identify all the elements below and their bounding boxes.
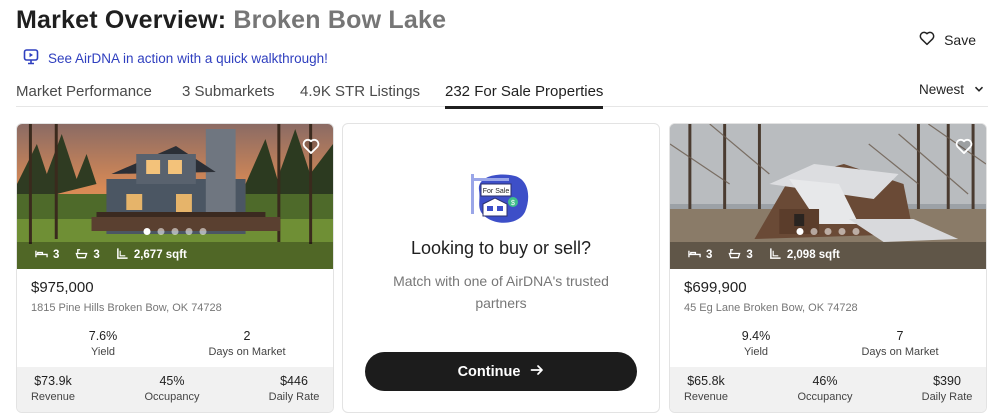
occupancy-label: Occupancy [144, 391, 200, 403]
pagination-dot[interactable] [185, 228, 193, 235]
days-label: Days on Market [208, 346, 286, 358]
yield-stat: 9.4% Yield [726, 329, 786, 358]
save-button[interactable]: Save [918, 29, 976, 50]
save-label: Save [944, 31, 976, 48]
pagination-dot[interactable] [796, 228, 804, 235]
days-label: Days on Market [861, 346, 939, 358]
revenue-stat: $65.8k Revenue [676, 374, 736, 403]
yield-stat: 7.6% Yield [73, 329, 133, 358]
bed-icon [688, 247, 701, 263]
revenue-value: $65.8k [687, 374, 725, 388]
performance-stats: $65.8k Revenue 46% Occupancy $390 Daily … [670, 367, 986, 412]
chevron-down-icon [974, 82, 984, 97]
revenue-label: Revenue [683, 391, 729, 403]
pagination-dot[interactable] [852, 228, 860, 235]
tab-submarkets[interactable]: 3 Submarkets [182, 83, 275, 100]
revenue-value: $73.9k [34, 374, 72, 388]
days-value: 2 [243, 329, 251, 343]
revenue-stat: $73.9k Revenue [23, 374, 83, 403]
favorite-heart-icon[interactable] [301, 136, 321, 156]
page-title: Market Overview: Broken Bow Lake [16, 6, 446, 35]
daily-rate-stat: $390 Daily Rate [914, 374, 980, 403]
daily-rate-stat: $446 Daily Rate [261, 374, 327, 403]
beds-count: 3 [53, 249, 60, 261]
days-on-market-stat: 7 Days on Market [850, 329, 950, 358]
pagination-dot[interactable] [838, 228, 846, 235]
svg-text:$: $ [511, 200, 515, 207]
listing-card[interactable]: 3 3 2,098 sqft $699,900 45 Eg Lane Broke… [669, 123, 987, 413]
for-sale-sign-icon: For Sale $ [471, 174, 529, 223]
occupancy-stat: 46% Occupancy [795, 374, 855, 403]
daily-rate-label: Daily Rate [268, 391, 320, 403]
sign-text: For Sale [483, 188, 510, 195]
sort-dropdown[interactable]: Newest [919, 82, 984, 97]
area-icon [116, 247, 129, 263]
listing-card[interactable]: 3 3 2,677 sqft $975,000 1815 Pine Hills … [16, 123, 334, 413]
daily-rate-value: $446 [280, 374, 308, 388]
bath-icon [728, 247, 741, 263]
occupancy-label: Occupancy [797, 391, 853, 403]
occupancy-value: 46% [812, 374, 838, 388]
page-title-location: Broken Bow Lake [233, 6, 447, 34]
daily-rate-label: Daily Rate [921, 391, 973, 403]
beds-count: 3 [706, 249, 713, 261]
bed-icon [35, 247, 48, 263]
bath-icon [75, 247, 88, 263]
days-value: 7 [896, 329, 904, 343]
revenue-label: Revenue [30, 391, 76, 403]
pagination-dot[interactable] [157, 228, 165, 235]
yield-label: Yield [90, 346, 116, 358]
pagination-dot[interactable] [199, 228, 207, 235]
area-icon [769, 247, 782, 263]
tab-for-sale-properties[interactable]: 232 For Sale Properties [445, 83, 604, 109]
photo-pagination [143, 228, 207, 235]
yield-value: 9.4% [741, 329, 771, 343]
promo-title: Looking to buy or sell? [410, 238, 592, 258]
continue-button[interactable]: Continue [365, 352, 637, 391]
yield-label: Yield [743, 346, 769, 358]
listing-features: 3 3 2,677 sqft [35, 247, 187, 263]
occupancy-stat: 45% Occupancy [142, 374, 202, 403]
pagination-dot[interactable] [824, 228, 832, 235]
sqft-value: 2,677 sqft [133, 249, 187, 261]
sort-label: Newest [918, 82, 964, 97]
sqft-value: 2,098 sqft [786, 249, 840, 261]
arrow-right-icon [530, 363, 544, 381]
listing-photo[interactable]: 3 3 2,098 sqft [670, 124, 986, 269]
heart-icon [918, 29, 936, 50]
page-title-prefix: Market Overview: [16, 6, 234, 34]
daily-rate-value: $390 [933, 374, 961, 388]
promo-subtitle: Match with one of AirDNA's trusted partn… [393, 273, 609, 311]
buy-sell-promo-card: For Sale $ Looking to buy or sell? Match… [342, 123, 660, 413]
continue-label: Continue [457, 363, 521, 380]
monitor-play-icon [22, 48, 40, 69]
walkthrough-link[interactable]: See AirDNA in action with a quick walkth… [22, 48, 328, 69]
listing-address: 45 Eg Lane Broken Bow, OK 74728 [684, 302, 858, 314]
listing-photo[interactable]: 3 3 2,677 sqft [17, 124, 333, 269]
tab-market-performance[interactable]: Market Performance [16, 83, 152, 100]
days-on-market-stat: 2 Days on Market [197, 329, 297, 358]
favorite-heart-icon[interactable] [954, 136, 974, 156]
yield-value: 7.6% [88, 329, 118, 343]
listing-address: 1815 Pine Hills Broken Bow, OK 74728 [31, 302, 222, 314]
pagination-dot[interactable] [171, 228, 179, 235]
baths-count: 3 [93, 249, 100, 261]
pagination-dot[interactable] [810, 228, 818, 235]
occupancy-value: 45% [159, 374, 185, 388]
tab-str-listings[interactable]: 4.9K STR Listings [300, 83, 420, 100]
listing-price: $699,900 [684, 279, 747, 296]
photo-pagination [796, 228, 860, 235]
listing-features: 3 3 2,098 sqft [688, 247, 840, 263]
performance-stats: $73.9k Revenue 45% Occupancy $446 Daily … [17, 367, 333, 412]
walkthrough-label: See AirDNA in action with a quick walkth… [48, 51, 328, 66]
baths-count: 3 [746, 249, 753, 261]
listing-price: $975,000 [31, 279, 94, 296]
pagination-dot[interactable] [143, 228, 151, 235]
tab-bar: Market Performance 3 Submarkets 4.9K STR… [16, 80, 988, 109]
